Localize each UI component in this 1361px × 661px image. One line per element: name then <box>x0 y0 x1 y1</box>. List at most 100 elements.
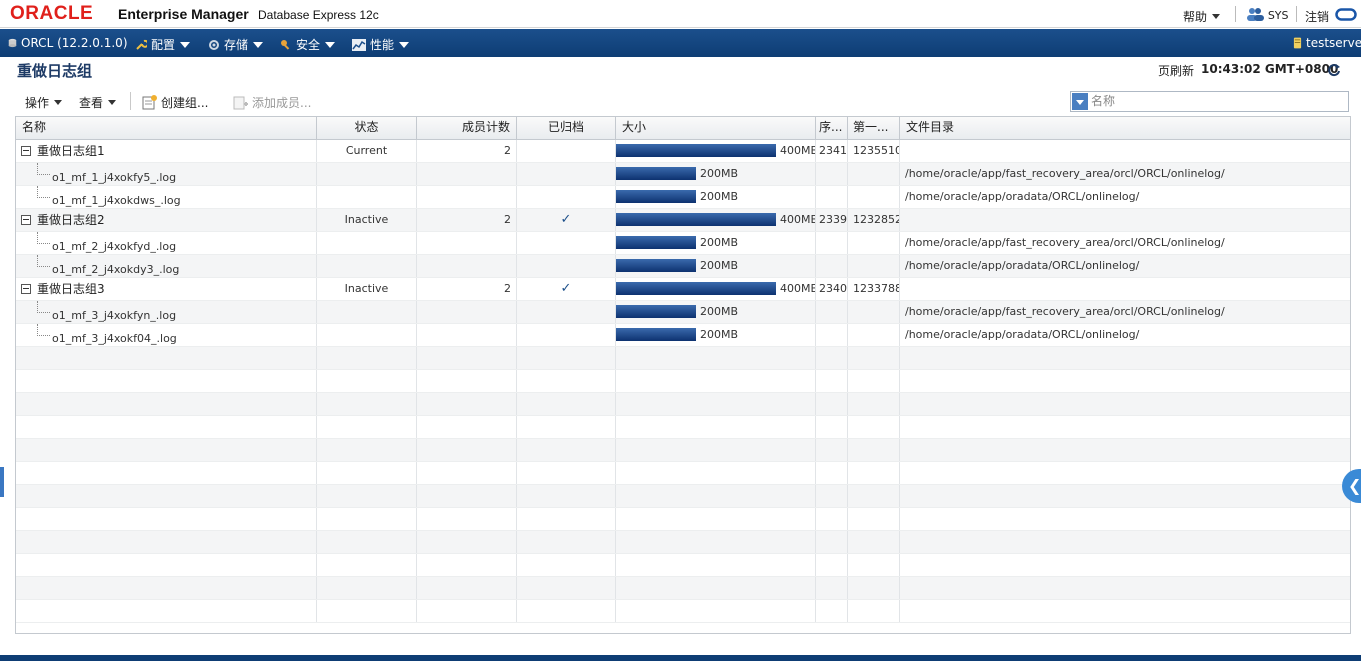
directory-cell <box>900 140 1350 162</box>
member-count-cell <box>417 531 517 553</box>
nav-security-menu[interactable]: 安全 <box>280 36 336 53</box>
table-body: 重做日志组1 Current 2 400MB 2341 1235510 o1_mf_1_j4… <box>16 140 1350 623</box>
table-row[interactable]: o1_mf_1_j4xokdws_.log 200MB/home/oracle/a… <box>16 186 1350 209</box>
sequence-cell <box>816 439 848 461</box>
size-label: 200MB <box>700 259 739 272</box>
table-row <box>16 462 1350 485</box>
member-count-cell <box>417 186 517 208</box>
first-change-cell: 1233788 <box>848 278 900 300</box>
sequence-cell <box>816 508 848 530</box>
member-file-name: o1_mf_2_j4xokfyd_.log <box>52 240 177 253</box>
status-cell: Current <box>317 140 417 162</box>
collapse-icon[interactable] <box>21 215 31 225</box>
refresh-icon[interactable] <box>1327 63 1341 77</box>
directory-cell: /home/oracle/app/fast_recovery_area/orcl… <box>905 236 1225 249</box>
status-cell <box>317 416 417 438</box>
size-cell <box>616 393 816 415</box>
name-cell: o1_mf_1_j4xokfy5_.log <box>16 163 317 185</box>
user-label: SYS <box>1267 9 1289 22</box>
archived-cell <box>517 324 616 346</box>
nav-storage-menu[interactable]: 存储 <box>208 36 264 53</box>
size-cell <box>616 577 816 599</box>
size-label: 200MB <box>700 328 739 341</box>
table-row[interactable]: 重做日志组3 Inactive 2 ✓ 400MB 2340 1233788 <box>16 278 1350 301</box>
size-label: 400MB <box>780 144 816 157</box>
refresh-label: 页刷新 <box>1158 64 1195 78</box>
name-cell: 重做日志组2 <box>16 209 317 231</box>
table-row[interactable]: 重做日志组1 Current 2 400MB 2341 1235510 <box>16 140 1350 163</box>
view-menu[interactable]: 查看 <box>79 94 117 111</box>
collapse-icon[interactable] <box>21 284 31 294</box>
col-archived[interactable]: 已归档 <box>517 117 616 139</box>
first-change-cell <box>848 324 900 346</box>
tree-connector <box>37 163 50 175</box>
directory-cell <box>900 393 1350 415</box>
view-label: 查看 <box>79 96 104 110</box>
actions-label: 操作 <box>25 96 50 110</box>
table-row <box>16 554 1350 577</box>
nav-server-label: testserver <box>1306 36 1361 50</box>
col-status[interactable]: 状态 <box>317 117 417 139</box>
table-row[interactable]: o1_mf_2_j4xokdy3_.log 200MB/home/oracle/a… <box>16 255 1350 278</box>
sequence-cell: 2339 <box>816 209 848 231</box>
table-row[interactable]: o1_mf_1_j4xokfy5_.log 200MB/home/oracle/a… <box>16 163 1350 186</box>
logout-link[interactable]: 注销 <box>1305 8 1329 25</box>
collapse-icon[interactable] <box>21 146 31 156</box>
wrench-icon <box>136 39 147 50</box>
table-row[interactable]: 重做日志组2 Inactive 2 ✓ 400MB 2339 1232852 <box>16 209 1350 232</box>
member-count-cell <box>417 554 517 576</box>
size-cell: 400MB <box>616 209 816 231</box>
directory-cell <box>900 370 1350 392</box>
size-cell: 200MB <box>616 163 816 185</box>
left-edge-tab[interactable] <box>0 467 4 497</box>
member-count-cell <box>417 439 517 461</box>
table-row[interactable]: o1_mf_2_j4xokfyd_.log 200MB/home/oracle/a… <box>16 232 1350 255</box>
storage-gear-icon <box>209 40 219 50</box>
nav-database[interactable]: ORCL (12.2.0.1.0) <box>8 36 128 50</box>
size-cell: 200MB <box>616 255 816 277</box>
status-cell <box>317 186 417 208</box>
archived-cell: ✓ <box>517 278 616 300</box>
first-change-cell <box>848 600 900 622</box>
archived-cell <box>517 163 616 185</box>
sequence-cell <box>816 370 848 392</box>
sequence-cell <box>816 301 848 323</box>
table-row <box>16 577 1350 600</box>
add-member-button[interactable]: 添加成员... <box>233 94 311 111</box>
archived-cell <box>517 462 616 484</box>
size-cell <box>616 462 816 484</box>
actions-menu[interactable]: 操作 <box>25 94 63 111</box>
col-sequence[interactable]: 序... <box>816 117 848 139</box>
table-row <box>16 370 1350 393</box>
table-row <box>16 600 1350 623</box>
table-row[interactable]: o1_mf_3_j4xokfyn_.log 200MB/home/oracle/a… <box>16 301 1350 324</box>
performance-chart-icon <box>352 39 366 51</box>
member-count-cell <box>417 324 517 346</box>
col-size[interactable]: 大小 <box>616 117 816 139</box>
sequence-cell <box>816 485 848 507</box>
col-name[interactable]: 名称 <box>16 117 317 139</box>
create-group-button[interactable]: 创建组... <box>142 94 208 111</box>
first-change-cell <box>848 393 900 415</box>
archived-cell <box>517 577 616 599</box>
archived-cell <box>517 347 616 369</box>
nav-server[interactable]: testserver <box>1293 36 1361 50</box>
col-directory[interactable]: 文件目录 <box>900 117 1350 139</box>
size-cell: 200MB <box>616 232 816 254</box>
name-cell <box>16 485 317 507</box>
status-cell <box>317 577 417 599</box>
status-cell <box>317 324 417 346</box>
directory-cell <box>900 531 1350 553</box>
table-row[interactable]: o1_mf_3_j4xokf04_.log 200MB/home/oracle/a… <box>16 324 1350 347</box>
first-change-cell <box>848 531 900 553</box>
nav-config-menu[interactable]: 配置 <box>135 36 191 53</box>
nav-performance-menu[interactable]: 性能 <box>352 36 410 53</box>
help-menu[interactable]: 帮助 <box>1183 8 1221 25</box>
col-first-change[interactable]: 第一... <box>848 117 900 139</box>
col-member-count[interactable]: 成员计数 <box>417 117 517 139</box>
user-menu[interactable]: SYS <box>1246 7 1289 22</box>
search-filter-dropdown[interactable] <box>1072 93 1088 110</box>
search-input[interactable] <box>1091 93 1341 109</box>
archived-cell <box>517 531 616 553</box>
size-cell: 200MB <box>616 301 816 323</box>
